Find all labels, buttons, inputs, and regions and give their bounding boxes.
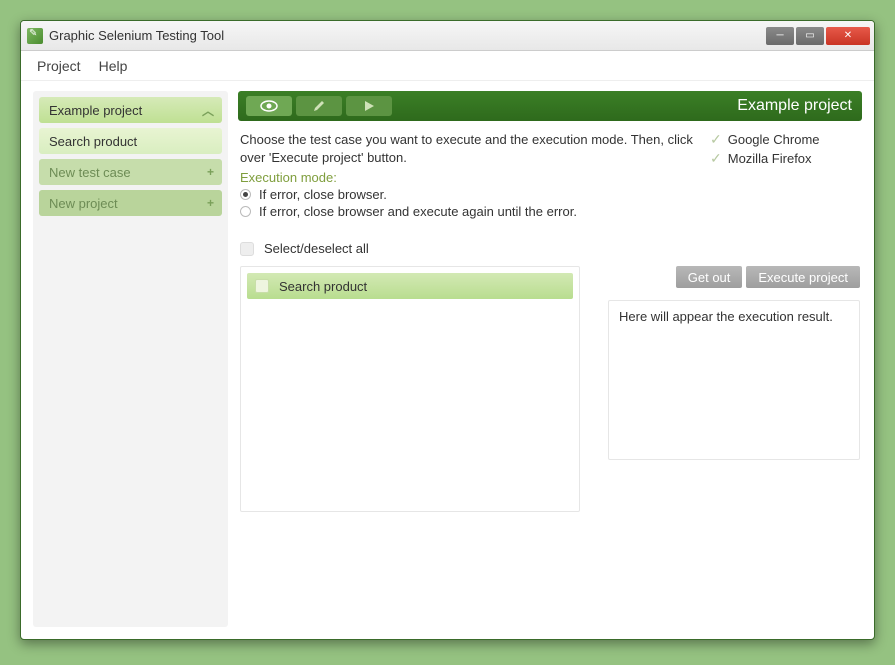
sidebar-item-label: New test case [49,165,131,180]
sidebar-item-testcase[interactable]: Search product [39,128,222,154]
testcase-list: Search product [240,266,580,512]
radio-label: If error, close browser. [259,187,387,202]
titlebar[interactable]: Graphic Selenium Testing Tool ─ ▭ ✕ [21,21,874,51]
radio-label: If error, close browser and execute agai… [259,204,577,219]
app-icon [27,28,43,44]
result-box: Here will appear the execution result. [608,300,860,460]
play-icon [363,100,375,112]
menu-project[interactable]: Project [37,58,81,74]
view-button[interactable] [246,96,292,116]
main-panel: Example project Choose the test case you… [238,91,862,627]
close-button[interactable]: ✕ [826,27,870,45]
check-icon: ✓ [710,131,722,148]
browser-label: Google Chrome [728,132,820,147]
checkbox-icon [240,242,254,256]
sidebar-item-new-testcase[interactable]: New test case + [39,159,222,185]
execution-mode-label: Execution mode: [240,170,694,185]
radio-option-close[interactable]: If error, close browser. [240,187,694,202]
execute-button[interactable]: Execute project [746,266,860,288]
getout-button[interactable]: Get out [676,266,743,288]
sidebar-item-label: New project [49,196,118,211]
browser-firefox[interactable]: ✓ Mozilla Firefox [710,150,860,167]
plus-icon: + [207,165,214,179]
check-icon: ✓ [710,150,722,167]
eye-icon [260,100,278,112]
edit-button[interactable] [296,96,342,116]
plus-icon: + [207,196,214,210]
pencil-icon [312,99,326,113]
sidebar-item-project[interactable]: Example project ︿ [39,97,222,123]
sidebar: Example project ︿ Search product New tes… [33,91,228,627]
maximize-button[interactable]: ▭ [796,27,824,45]
main-header: Example project [238,91,862,121]
testcase-label: Search product [279,279,367,294]
radio-icon [240,206,251,217]
testcase-item[interactable]: Search product [247,273,573,299]
browser-list: ✓ Google Chrome ✓ Mozilla Firefox [710,131,860,219]
menubar: Project Help [21,51,874,81]
browser-label: Mozilla Firefox [728,151,812,166]
instructions-text: Choose the test case you want to execute… [240,131,694,166]
sidebar-item-label: Example project [49,103,142,118]
checkbox-icon [255,279,269,293]
app-window: Graphic Selenium Testing Tool ─ ▭ ✕ Proj… [20,20,875,640]
sidebar-item-label: Search product [49,134,137,149]
chevron-up-icon: ︿ [202,102,214,119]
minimize-button[interactable]: ─ [766,27,794,45]
browser-chrome[interactable]: ✓ Google Chrome [710,131,860,148]
radio-icon [240,189,251,200]
window-title: Graphic Selenium Testing Tool [49,28,766,43]
menu-help[interactable]: Help [99,58,128,74]
select-all-row[interactable]: Select/deselect all [240,241,860,256]
radio-option-retry[interactable]: If error, close browser and execute agai… [240,204,694,219]
header-title: Example project [396,97,852,115]
run-button[interactable] [346,96,392,116]
sidebar-item-new-project[interactable]: New project + [39,190,222,216]
select-all-label: Select/deselect all [264,241,369,256]
